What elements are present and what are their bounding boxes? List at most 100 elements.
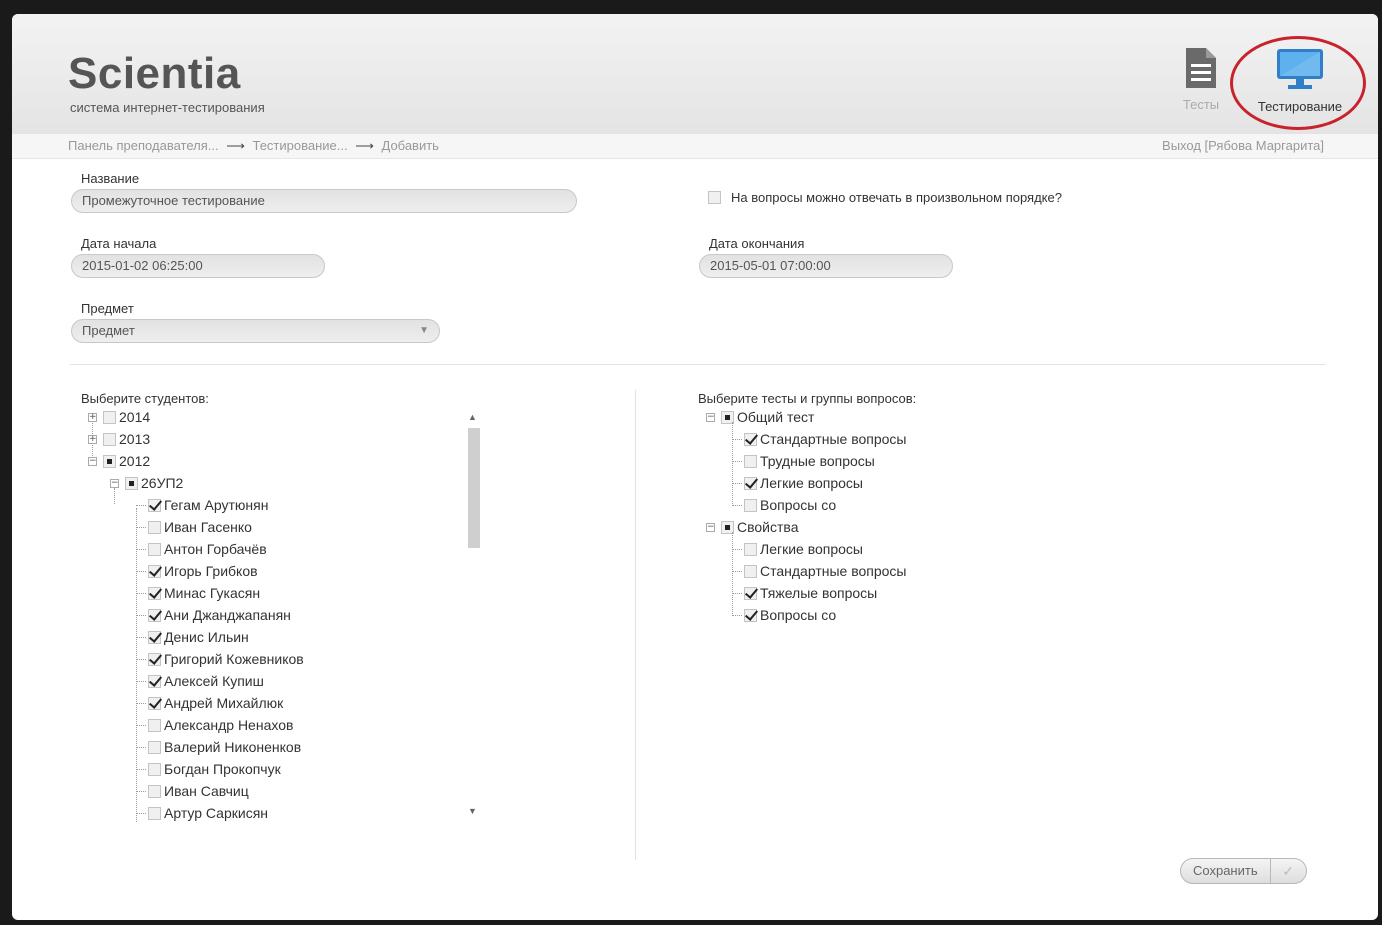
highlight-ring <box>1230 36 1366 130</box>
student-item[interactable]: Иван Савчиц <box>148 780 249 802</box>
tree-checkbox[interactable] <box>103 454 116 468</box>
random-order-checkbox[interactable] <box>708 191 721 204</box>
save-button[interactable]: Сохранить <box>1180 858 1271 884</box>
breadcrumb-item-panel[interactable]: Панель преподавателя... <box>68 138 219 153</box>
collapse-icon[interactable]: − <box>706 412 715 422</box>
question-group-checkbox[interactable] <box>744 608 757 622</box>
student-item[interactable]: Антон Горбачёв <box>148 538 267 560</box>
check-icon[interactable]: ✓ <box>1270 858 1307 884</box>
student-checkbox[interactable] <box>148 586 161 600</box>
student-checkbox[interactable] <box>148 674 161 688</box>
end-date-input[interactable]: 2015-05-01 07:00:00 <box>699 254 953 278</box>
student-checkbox[interactable] <box>148 762 161 776</box>
tree-line <box>732 483 742 484</box>
question-group-checkbox[interactable] <box>744 454 757 468</box>
student-checkbox[interactable] <box>148 784 161 798</box>
breadcrumb-arrow-icon: ⟶ <box>355 138 374 153</box>
tree-node-year[interactable]: + 2013 <box>88 428 150 450</box>
collapse-icon[interactable]: − <box>88 456 97 466</box>
tree-checkbox[interactable] <box>103 432 116 446</box>
question-group-label: Трудные вопросы <box>760 453 875 469</box>
student-checkbox[interactable] <box>148 542 161 556</box>
collapse-icon[interactable]: − <box>110 478 119 488</box>
tree-node-year[interactable]: − 2012 <box>88 450 150 472</box>
student-checkbox[interactable] <box>148 740 161 754</box>
question-group-checkbox[interactable] <box>744 542 757 556</box>
nav-tests[interactable]: Тесты <box>1178 48 1224 112</box>
question-group-item[interactable]: Легкие вопросы <box>744 538 863 560</box>
scroll-down-icon[interactable]: ▼ <box>468 806 477 816</box>
tree-line <box>732 422 733 504</box>
question-group-item[interactable]: Легкие вопросы <box>744 472 863 494</box>
student-item[interactable]: Иван Гасенко <box>148 516 252 538</box>
tree-line <box>732 505 742 506</box>
student-item[interactable]: Григорий Кожевников <box>148 648 304 670</box>
student-name: Александр Ненахов <box>164 717 294 733</box>
student-checkbox[interactable] <box>148 608 161 622</box>
question-group-item[interactable]: Вопросы со <box>744 494 836 516</box>
student-item[interactable]: Денис Ильин <box>148 626 249 648</box>
student-item[interactable]: Богдан Прокопчук <box>148 758 281 780</box>
question-group-item[interactable]: Стандартные вопросы <box>744 560 906 582</box>
test-group[interactable]: − Общий тест <box>706 406 814 428</box>
student-name: Андрей Михайлюк <box>164 695 284 711</box>
tree-node-group[interactable]: − 26УП2 <box>110 472 183 494</box>
student-checkbox[interactable] <box>148 498 161 512</box>
student-item[interactable]: Игорь Грибков <box>148 560 258 582</box>
question-group-item[interactable]: Тяжелые вопросы <box>744 582 877 604</box>
students-scrollbar[interactable]: ▲ ▼ <box>464 412 484 816</box>
student-item[interactable]: Минас Гукасян <box>148 582 260 604</box>
tree-line <box>732 593 742 594</box>
student-item[interactable]: Валерий Никоненков <box>148 736 301 758</box>
question-group-checkbox[interactable] <box>744 564 757 578</box>
expand-icon[interactable]: + <box>88 434 97 444</box>
tests-tree: − Общий тест Стандартные вопросы Трудные во… <box>702 406 1102 626</box>
logout-link[interactable]: Выход [Рябова Маргарита] <box>1162 138 1324 153</box>
name-input[interactable]: Промежуточное тестирование <box>71 189 577 213</box>
test-group-label: Свойства <box>737 519 799 535</box>
scroll-up-icon[interactable]: ▲ <box>468 412 477 422</box>
tree-line <box>136 813 146 814</box>
student-checkbox[interactable] <box>148 520 161 534</box>
student-checkbox[interactable] <box>148 630 161 644</box>
question-group-checkbox[interactable] <box>744 476 757 490</box>
subject-select[interactable]: Предмет ▼ <box>71 319 440 343</box>
random-order-checkbox-row[interactable]: На вопросы можно отвечать в произвольном… <box>708 190 1062 205</box>
student-checkbox[interactable] <box>148 806 161 820</box>
tree-line <box>136 508 137 822</box>
tree-line <box>136 505 146 506</box>
student-item[interactable]: Ани Джанджапанян <box>148 604 291 626</box>
tree-checkbox[interactable] <box>103 410 116 424</box>
question-group-checkbox[interactable] <box>744 586 757 600</box>
student-item[interactable]: Артур Саркисян <box>148 802 268 824</box>
test-group-label: Общий тест <box>737 409 815 425</box>
student-checkbox[interactable] <box>148 652 161 666</box>
student-checkbox[interactable] <box>148 564 161 578</box>
tree-line <box>136 681 146 682</box>
scroll-thumb[interactable] <box>468 428 480 548</box>
tree-node-year[interactable]: + 2014 <box>88 406 150 428</box>
question-group-checkbox[interactable] <box>744 498 757 512</box>
start-date-input[interactable]: 2015-01-02 06:25:00 <box>71 254 325 278</box>
breadcrumb-item-testing[interactable]: Тестирование... <box>252 138 347 153</box>
student-name: Гегам Арутюнян <box>164 497 269 513</box>
tree-checkbox[interactable] <box>125 476 138 490</box>
expand-icon[interactable]: + <box>88 412 97 422</box>
question-group-item[interactable]: Вопросы со <box>744 604 836 626</box>
chevron-down-icon: ▼ <box>419 325 429 336</box>
student-checkbox[interactable] <box>148 718 161 732</box>
tree-line <box>136 549 146 550</box>
subject-select-value: Предмет <box>82 323 135 338</box>
test-group[interactable]: − Свойства <box>706 516 798 538</box>
student-item[interactable]: Андрей Михайлюк <box>148 692 283 714</box>
breadcrumb: Панель преподавателя... ⟶ Тестирование..… <box>68 138 439 154</box>
student-item[interactable]: Алексей Купиш <box>148 670 264 692</box>
student-name: Минас Гукасян <box>164 585 261 601</box>
question-group-item[interactable]: Стандартные вопросы <box>744 428 906 450</box>
student-checkbox[interactable] <box>148 696 161 710</box>
student-item[interactable]: Гегам Арутюнян <box>148 494 268 516</box>
question-group-checkbox[interactable] <box>744 432 757 446</box>
collapse-icon[interactable]: − <box>706 522 715 532</box>
student-item[interactable]: Александр Ненахов <box>148 714 293 736</box>
question-group-item[interactable]: Трудные вопросы <box>744 450 875 472</box>
